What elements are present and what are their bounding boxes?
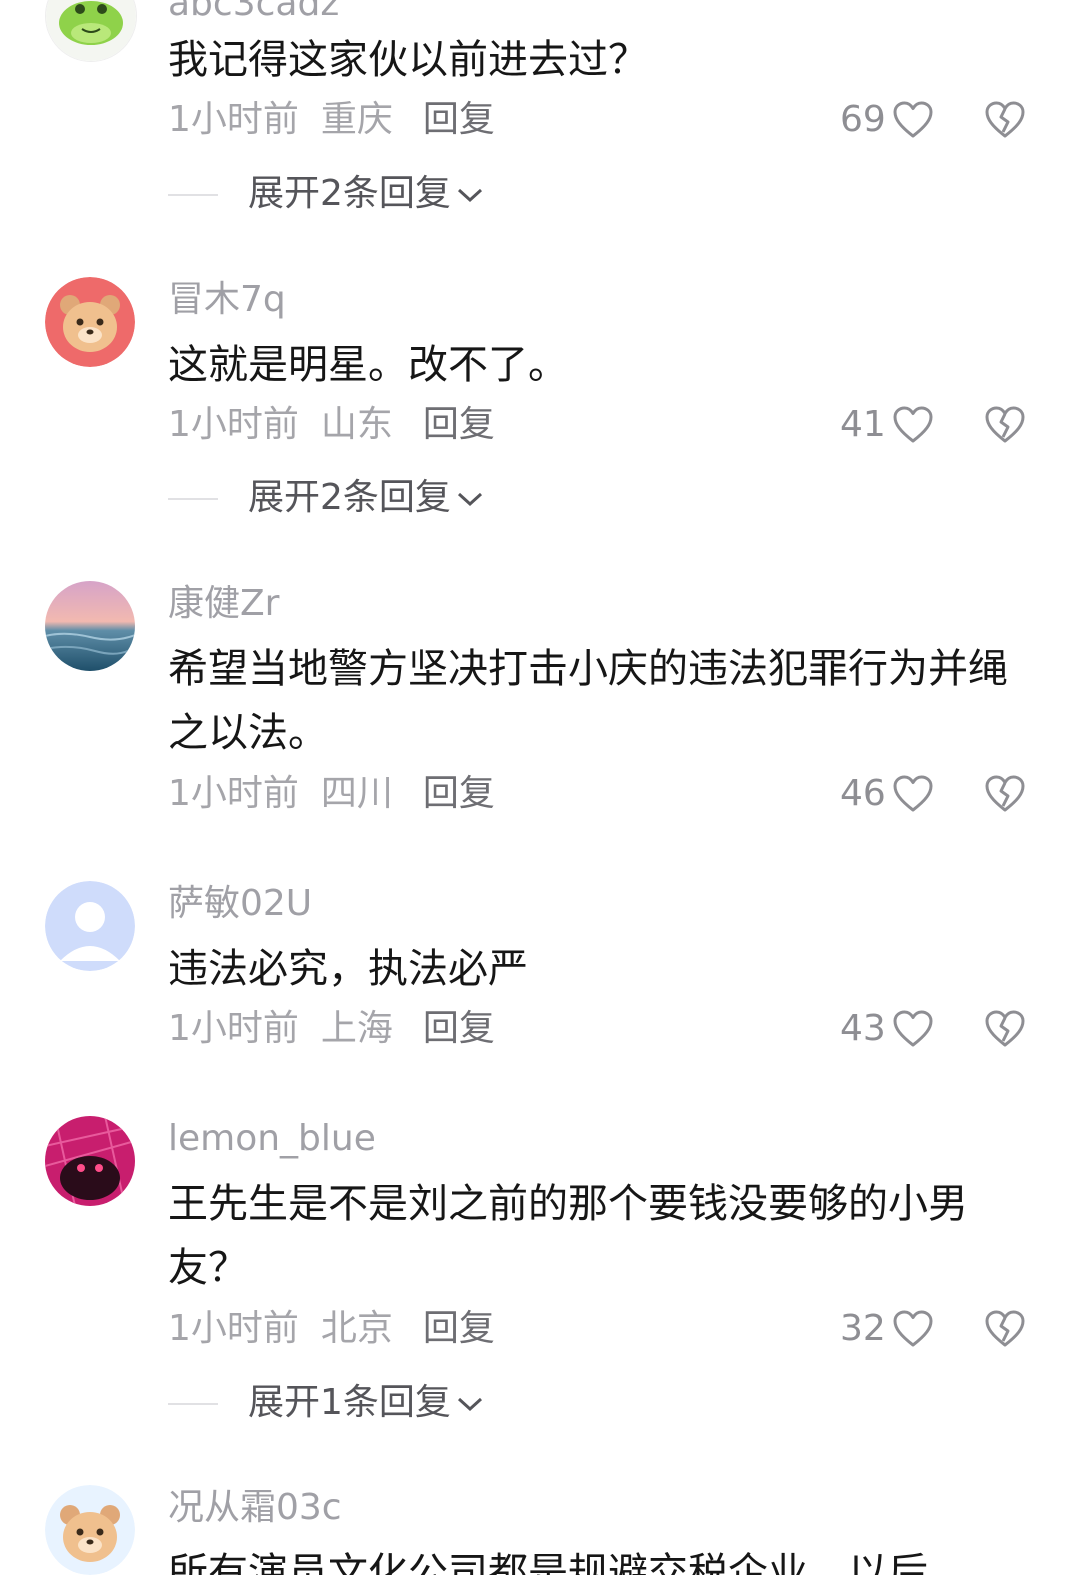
reply-button[interactable]: 回复 [423,773,495,814]
comment-text: 王先生是不是刘之前的那个要钱没要够的小男友？ [168,1181,968,1291]
user-avatar[interactable] [45,1485,135,1575]
comment-meta: 1小时前 四川 回复 [168,772,495,816]
like-heart-icon[interactable] [892,1309,934,1349]
comment-text: 这就是明星。改不了。 [168,342,568,388]
bear-avatar-icon [45,1485,135,1575]
reply-button[interactable]: 回复 [423,404,495,445]
username[interactable]: 康健Zr [168,582,279,626]
comment-time: 1小时前 [168,99,299,140]
expand-replies-button[interactable]: 展开2条回复 [248,476,485,520]
comment-location: 重庆 [320,99,393,140]
expand-divider [168,498,218,500]
dislike-broken-heart-icon[interactable] [984,1009,1026,1049]
expand-replies-button[interactable]: 展开1条回复 [248,1381,485,1425]
like-count: 69 [840,99,886,140]
like-count: 32 [840,1308,886,1349]
reply-button[interactable]: 回复 [423,99,495,140]
comment-meta: 1小时前 山东 回复 [168,403,495,447]
user-avatar[interactable] [45,0,137,62]
dislike-broken-heart-icon[interactable] [984,1309,1026,1349]
expand-replies-button[interactable]: 展开2条回复 [248,172,485,216]
user-avatar[interactable] [45,881,135,971]
frog-avatar-icon [46,0,136,61]
comment-meta: 1小时前 北京 回复 [168,1307,495,1351]
like-count: 43 [840,1008,886,1049]
comment-location: 上海 [320,1008,393,1049]
like-heart-icon[interactable] [892,405,934,445]
like-heart-icon[interactable] [892,100,934,140]
expand-divider [168,194,218,196]
username[interactable]: lemon_blue [168,1117,376,1161]
like-count: 46 [840,773,886,814]
reply-button[interactable]: 回复 [423,1308,495,1349]
comment-meta: 1小时前 上海 回复 [168,1007,495,1051]
expand-divider [168,1403,218,1405]
comment-location: 北京 [320,1308,393,1349]
username[interactable]: 萨敏02U [168,882,312,926]
expand-replies-label: 展开2条回复 [248,477,451,518]
comment-time: 1小时前 [168,404,299,445]
username[interactable]: 冒木7q [168,278,286,322]
dislike-broken-heart-icon[interactable] [984,774,1026,814]
comment-meta: 1小时前 重庆 回复 [168,98,495,142]
like-count: 41 [840,404,886,445]
username[interactable]: abc3cadz [168,0,339,26]
chevron-down-icon [457,492,482,507]
comment-time: 1小时前 [168,1308,299,1349]
user-avatar[interactable] [45,581,135,671]
username[interactable]: 况从霜03c [168,1486,342,1530]
pink-dark-avatar-icon [45,1116,135,1206]
comment-text: 违法必究，执法必严 [168,946,528,992]
chevron-down-icon [457,1397,482,1412]
reply-button[interactable]: 回复 [423,1008,495,1049]
expand-replies-label: 展开2条回复 [248,173,451,214]
comment-time: 1小时前 [168,1008,299,1049]
comment-text: 所有演员文化公司都是规避交税企业，以后 [168,1550,928,1575]
chevron-down-icon [457,188,482,203]
expand-replies-label: 展开1条回复 [248,1382,451,1423]
like-heart-icon[interactable] [892,774,934,814]
user-avatar[interactable] [45,1116,135,1206]
comment-time: 1小时前 [168,773,299,814]
comment-location: 山东 [320,404,393,445]
comment-location: 四川 [320,773,393,814]
user-avatar[interactable] [45,277,135,367]
sea-sunset-avatar-icon [45,581,135,671]
comment-text: 我记得这家伙以前进去过？ [168,37,648,83]
default-person-avatar-icon [45,881,135,971]
dislike-broken-heart-icon[interactable] [984,100,1026,140]
comment-text: 希望当地警方坚决打击小庆的违法犯罪行为并绳之以法。 [168,646,1008,756]
bear-avatar-icon [45,277,135,367]
dislike-broken-heart-icon[interactable] [984,405,1026,445]
like-heart-icon[interactable] [892,1009,934,1049]
